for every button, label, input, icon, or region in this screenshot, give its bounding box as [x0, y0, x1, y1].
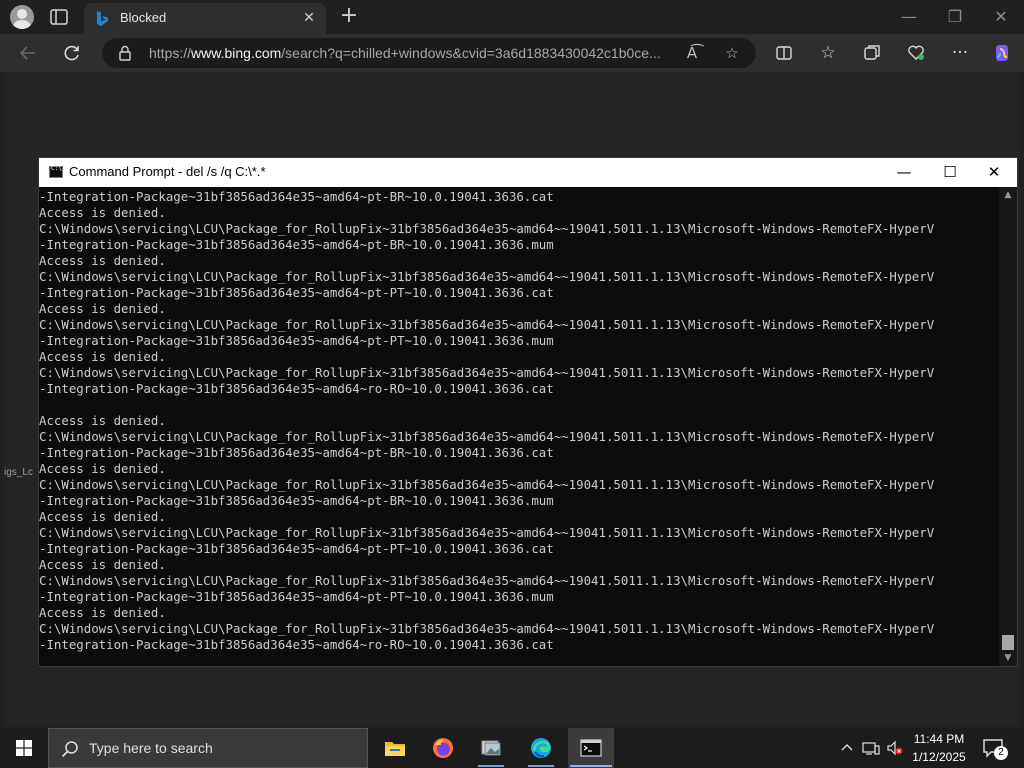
command-prompt-window[interactable]: Command Prompt - del /s /q C:\*.* — ☐ ✕ …: [38, 157, 1018, 667]
scroll-up-icon[interactable]: ▲: [999, 187, 1017, 203]
console-line: Access is denied.: [39, 301, 166, 316]
console-line: Access is denied.: [39, 605, 166, 620]
copilot-icon[interactable]: [990, 41, 1014, 65]
restore-icon[interactable]: ❐: [940, 5, 970, 29]
maximize-icon[interactable]: ☐: [927, 158, 973, 187]
console-line: -Integration-Package~31bf3856ad364e35~am…: [39, 445, 554, 460]
profile-avatar[interactable]: [10, 5, 34, 29]
tab-actions-icon[interactable]: [48, 7, 70, 27]
more-icon[interactable]: ···: [948, 41, 972, 65]
system-clock[interactable]: 11:44 PM 1/12/2025: [906, 730, 972, 766]
browser-toolbar: https://www.bing.com/search?q=chilled+wi…: [0, 34, 1024, 72]
console-line: C:\Windows\servicing\LCU\Package_for_Rol…: [39, 221, 935, 236]
desktop-label: igs_Lc: [4, 467, 33, 478]
close-icon[interactable]: ✕: [300, 9, 318, 27]
clock-time: 11:44 PM: [913, 732, 965, 746]
console-line: -Integration-Package~31bf3856ad364e35~am…: [39, 493, 554, 508]
scrollbar[interactable]: ▲ ▼: [999, 187, 1017, 666]
refresh-icon[interactable]: [60, 41, 84, 65]
taskbar-firefox[interactable]: [420, 728, 466, 768]
scroll-down-icon[interactable]: ▼: [999, 650, 1017, 666]
search-icon: [61, 740, 79, 758]
console-line: Access is denied.: [39, 253, 166, 268]
minimize-icon[interactable]: —: [894, 5, 924, 29]
console-line: -Integration-Package~31bf3856ad364e35~am…: [39, 381, 554, 396]
taskbar-edge[interactable]: [518, 728, 564, 768]
console-line: Access is denied.: [39, 205, 166, 220]
console-line: Access is denied.: [39, 461, 166, 476]
address-bar[interactable]: https://www.bing.com/search?q=chilled+wi…: [102, 38, 756, 68]
taskbar-search[interactable]: Type here to search: [48, 728, 368, 768]
url-text[interactable]: https://www.bing.com/search?q=chilled+wi…: [149, 45, 661, 61]
favorites-icon[interactable]: ☆: [816, 41, 840, 65]
console-line: -Integration-Package~31bf3856ad364e35~am…: [39, 189, 554, 204]
console-line: C:\Windows\servicing\LCU\Package_for_Rol…: [39, 477, 935, 492]
console-line: -Integration-Package~31bf3856ad364e35~am…: [39, 285, 554, 300]
running-indicator: [528, 765, 554, 767]
bing-favicon: [94, 10, 110, 28]
console-line: C:\Windows\servicing\LCU\Package_for_Rol…: [39, 429, 935, 444]
lock-icon[interactable]: [118, 45, 132, 61]
taskbar-file-explorer[interactable]: [372, 728, 418, 768]
star-icon[interactable]: ☆: [722, 43, 742, 63]
console-line: -Integration-Package~31bf3856ad364e35~am…: [39, 333, 554, 348]
tab-title: Blocked: [120, 10, 167, 25]
console-line: -Integration-Package~31bf3856ad364e35~am…: [39, 237, 554, 252]
command-prompt-icon: [49, 165, 63, 178]
windows-logo-icon: [16, 740, 32, 756]
console-line: -Integration-Package~31bf3856ad364e35~am…: [39, 637, 554, 652]
close-icon[interactable]: ✕: [971, 158, 1017, 187]
split-screen-icon[interactable]: [772, 41, 796, 65]
command-prompt-icon: [580, 737, 602, 759]
taskbar-command-prompt[interactable]: [568, 728, 614, 768]
plus-icon[interactable]: +: [338, 5, 360, 28]
firefox-icon: [432, 737, 454, 759]
cmd-title: Command Prompt - del /s /q C:\*.*: [69, 164, 266, 179]
network-icon[interactable]: [862, 740, 880, 756]
console-line: Access is denied.: [39, 413, 166, 428]
tab-bar: Blocked ✕ + — ❐ ✕: [0, 0, 1024, 34]
taskbar-photos[interactable]: [468, 728, 514, 768]
console-line: C:\Windows\servicing\LCU\Package_for_Rol…: [39, 621, 935, 636]
start-button[interactable]: [0, 728, 48, 768]
console-line: -Integration-Package~31bf3856ad364e35~am…: [39, 589, 554, 604]
active-indicator: [570, 765, 612, 767]
notification-center-icon[interactable]: 2: [982, 738, 1008, 760]
read-aloud-icon[interactable]: A͡: [682, 43, 702, 63]
browser-essentials-icon[interactable]: [904, 41, 928, 65]
console-output[interactable]: -Integration-Package~31bf3856ad364e35~am…: [39, 187, 999, 666]
back-arrow-icon[interactable]: [16, 41, 40, 65]
close-window-icon[interactable]: ✕: [986, 5, 1016, 29]
file-explorer-icon: [384, 737, 406, 759]
taskbar: Type here to search 11:44 PM 1/12/2025 2: [0, 728, 1024, 768]
console-line: -Integration-Package~31bf3856ad364e35~am…: [39, 541, 554, 556]
console-line: C:\Windows\servicing\LCU\Package_for_Rol…: [39, 525, 935, 540]
running-indicator: [478, 765, 504, 767]
console-line: Access is denied.: [39, 509, 166, 524]
show-hidden-icons-icon[interactable]: [840, 740, 854, 756]
console-line: C:\Windows\servicing\LCU\Package_for_Rol…: [39, 269, 935, 284]
edge-icon: [530, 737, 552, 759]
console-line: C:\Windows\servicing\LCU\Package_for_Rol…: [39, 365, 935, 380]
scroll-thumb[interactable]: [1002, 635, 1014, 650]
volume-muted-icon[interactable]: [886, 740, 904, 756]
console-line: Access is denied.: [39, 557, 166, 572]
tab-blocked[interactable]: Blocked ✕: [84, 3, 326, 34]
photos-icon: [480, 737, 502, 759]
search-placeholder: Type here to search: [89, 740, 213, 756]
cmd-title-bar[interactable]: Command Prompt - del /s /q C:\*.* — ☐ ✕: [39, 158, 1017, 187]
console-line: C:\Windows\servicing\LCU\Package_for_Rol…: [39, 317, 935, 332]
collections-icon[interactable]: [860, 41, 884, 65]
clock-date: 1/12/2025: [912, 750, 966, 764]
minimize-icon[interactable]: —: [881, 158, 927, 187]
console-line: Access is denied.: [39, 349, 166, 364]
notification-badge: 2: [994, 746, 1008, 760]
console-line: C:\Windows\servicing\LCU\Package_for_Rol…: [39, 573, 935, 588]
